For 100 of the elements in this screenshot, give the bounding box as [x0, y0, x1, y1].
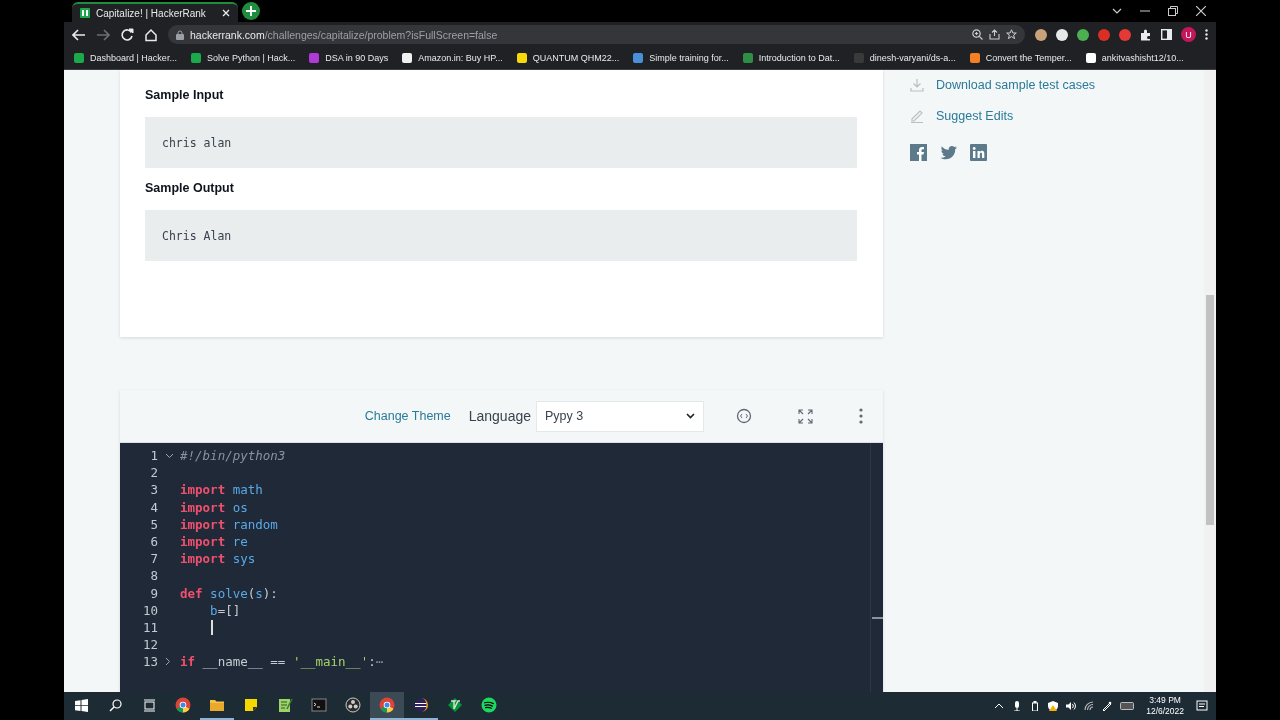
facebook-icon[interactable]: [910, 144, 927, 161]
notifications-icon[interactable]: [1196, 700, 1208, 712]
sticky-note-icon: [243, 697, 259, 713]
bookmark-icon: [633, 53, 644, 63]
scrollbar-marker: [872, 617, 883, 619]
fold-chevron-icon[interactable]: [165, 657, 171, 667]
bookmark[interactable]: dinesh-varyani/ds-a...: [853, 53, 956, 63]
bookmark[interactable]: Amazon.in: Buy HP...: [402, 53, 503, 63]
line-number: 11: [141, 618, 158, 637]
shield-icon[interactable]: [1048, 701, 1059, 711]
language-dropdown[interactable]: Pypy 3: [536, 400, 704, 432]
change-theme-link[interactable]: Change Theme: [364, 409, 451, 423]
zoom-icon[interactable]: [972, 29, 983, 40]
code-line: import os: [180, 498, 248, 516]
spotify-icon: [481, 697, 497, 713]
bookmark-icon: [969, 53, 980, 63]
scrollbar-thumb[interactable]: [1206, 295, 1214, 525]
bookmark-icon: [1085, 53, 1096, 63]
code-line: import math: [180, 481, 263, 499]
browser-icon: [175, 697, 191, 713]
taskbar-app[interactable]: [370, 692, 404, 720]
windows-icon[interactable]: [74, 698, 88, 712]
folder-icon: [209, 697, 225, 713]
new-tab-icon[interactable]: [242, 2, 260, 20]
bookmark[interactable]: Dashboard | Hacker...: [74, 53, 177, 63]
task-view-icon[interactable]: [142, 698, 156, 712]
bookmark-icon: [742, 53, 753, 63]
extension-icon[interactable]: [1077, 28, 1089, 41]
close-icon[interactable]: [1196, 6, 1206, 16]
clock-time: 3:49 PM: [1149, 695, 1181, 706]
menu-icon[interactable]: [1205, 29, 1208, 40]
code-line: def solve(s):: [180, 584, 278, 602]
code-line: if __name__ == '__main__':⋯: [180, 653, 384, 671]
bookmark-icon: [74, 53, 84, 63]
line-number: 1: [149, 447, 158, 465]
browser-tab[interactable]: Capitalize! | HackerRank: [72, 2, 238, 22]
sidebar-link[interactable]: Download sample test cases: [910, 76, 1096, 93]
bookmark-icon: [853, 53, 864, 63]
line-number: 8: [149, 567, 158, 585]
bird-icon[interactable]: [940, 144, 957, 161]
bookmark[interactable]: QUANTUM QHM22...: [516, 53, 620, 63]
more-options-icon[interactable]: [859, 408, 863, 424]
sample-code-block: chris alan: [145, 117, 857, 168]
usb-drive-icon[interactable]: [1030, 701, 1041, 711]
notepad-icon: [277, 697, 293, 713]
bookmark-icon: [309, 53, 320, 63]
lock-icon: [176, 29, 184, 40]
home-icon[interactable]: [144, 27, 158, 42]
bookmark[interactable]: Solve Python | Hack...: [190, 53, 296, 63]
share-icon[interactable]: [989, 29, 1000, 40]
speaker-icon[interactable]: [1066, 701, 1077, 711]
line-number: 3: [149, 481, 158, 499]
fold-chevron-icon[interactable]: [165, 452, 174, 459]
restore-icon[interactable]: [1168, 6, 1178, 16]
code-editor[interactable]: 1 2 3 4 5 6 7 8 9 10 11 12 13 #!/bin/python3 import math import os import random import re import sys def solve(s): b=[] if __name__ == '__main__':⋯: [120, 443, 883, 692]
vim-icon: [447, 697, 463, 713]
chevron-icon[interactable]: [1112, 8, 1122, 14]
search-icon[interactable]: [108, 698, 122, 712]
address-bar[interactable]: hackerrank.com/challenges/capitalize/problem?isFullScreen=false: [168, 25, 1025, 44]
wifi-icon[interactable]: [1084, 701, 1095, 711]
eclipse-icon: [413, 697, 429, 713]
code-line: import random: [180, 515, 278, 533]
bookmark-icon: [190, 53, 201, 63]
bookmark[interactable]: ankitvashisht12/10...: [1085, 53, 1184, 63]
line-number: 7: [149, 550, 158, 568]
history-icon[interactable]: [736, 408, 752, 424]
profile-avatar[interactable]: U: [1181, 27, 1196, 42]
bookmark[interactable]: DSA in 90 Days: [309, 53, 389, 63]
code-line: b=[]: [209, 601, 241, 619]
code-line: #!/bin/python3: [180, 447, 286, 465]
sidebar-link[interactable]: Suggest Edits: [910, 107, 1096, 124]
section-heading: Sample Output: [145, 181, 235, 197]
bookmark[interactable]: Simple training for...: [633, 53, 729, 63]
reload-icon[interactable]: [120, 27, 134, 42]
site-icon: [80, 8, 90, 18]
clock-date: 12/6/2022: [1146, 706, 1184, 717]
line-number: 5: [149, 515, 158, 533]
tab-title: Capitalize! | HackerRank: [96, 7, 207, 19]
bookmark[interactable]: Convert the Temper...: [969, 53, 1072, 63]
puzzle-icon[interactable]: [1140, 28, 1152, 41]
chevron-up-icon[interactable]: [994, 701, 1005, 711]
star-icon[interactable]: [1006, 29, 1017, 40]
fullscreen-icon[interactable]: [798, 408, 813, 424]
side-panel-icon[interactable]: [1161, 29, 1172, 40]
code-line: import re: [180, 532, 248, 551]
microphone-icon[interactable]: [1012, 701, 1023, 711]
extension-icon[interactable]: [1056, 28, 1068, 41]
pen-icon[interactable]: [1102, 701, 1113, 711]
line-number: 13: [141, 653, 158, 671]
close-icon[interactable]: [222, 9, 230, 17]
linkedin-icon[interactable]: [970, 144, 987, 161]
section-heading: Sample Input: [145, 88, 225, 104]
back-arrow-icon[interactable]: [72, 27, 86, 42]
browser-icon: [379, 697, 395, 713]
line-number: 4: [149, 498, 158, 516]
bookmark[interactable]: Introduction to Dat...: [742, 53, 840, 63]
keyboard-icon[interactable]: [1120, 701, 1135, 711]
line-number: 6: [149, 532, 158, 551]
url-text: hackerrank.com/challenges/capitalize/problem?isFullScreen=false: [190, 28, 498, 41]
extension-icon[interactable]: [1035, 28, 1047, 41]
